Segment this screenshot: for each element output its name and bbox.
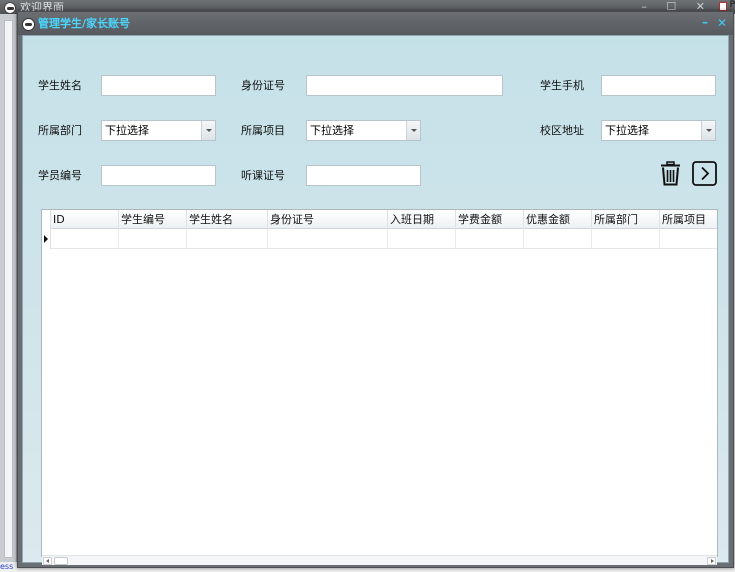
- student-phone-label: 学生手机: [540, 79, 584, 92]
- project-select[interactable]: 下拉选择: [306, 120, 421, 141]
- table-cell[interactable]: [592, 229, 660, 248]
- department-select[interactable]: 下拉选择: [101, 120, 216, 141]
- column-header-discount[interactable]: 优惠金额: [524, 210, 592, 229]
- student-no-input[interactable]: [101, 165, 216, 186]
- next-button[interactable]: [692, 161, 717, 186]
- campus-select[interactable]: 下拉选择: [601, 120, 716, 141]
- chevron-down-icon[interactable]: [201, 121, 215, 140]
- class-cert-label: 听课证号: [241, 169, 285, 182]
- table-cell[interactable]: [119, 229, 187, 248]
- row-header-column: [42, 210, 51, 249]
- project-select-value: 下拉选择: [310, 124, 354, 137]
- scroll-right-icon[interactable]: [707, 557, 716, 565]
- column-header-student-no[interactable]: 学生编号: [119, 210, 187, 229]
- table-cell[interactable]: [660, 229, 717, 248]
- column-header-tuition[interactable]: 学费金额: [456, 210, 524, 229]
- chevron-down-icon[interactable]: [406, 121, 420, 140]
- column-header-student-name[interactable]: 学生姓名: [187, 210, 268, 229]
- column-header-project[interactable]: 所属项目: [660, 210, 717, 229]
- id-number-input[interactable]: [306, 75, 503, 96]
- chevron-right-icon: [692, 161, 717, 186]
- table-cell[interactable]: [524, 229, 592, 248]
- student-grid[interactable]: ID 学生编号 学生姓名 身份证号 入班日期 学费金额 优惠金额 所属部门 所属…: [41, 209, 718, 565]
- department-select-value: 下拉选择: [105, 124, 149, 137]
- student-name-label: 学生姓名: [38, 79, 82, 92]
- column-header-department[interactable]: 所属部门: [592, 210, 660, 229]
- background-left-panel: [0, 14, 17, 562]
- class-cert-input[interactable]: [306, 165, 421, 186]
- table-cell[interactable]: [187, 229, 268, 248]
- column-header-id[interactable]: ID: [51, 210, 119, 229]
- campus-select-value: 下拉选择: [605, 124, 649, 137]
- table-cell[interactable]: [388, 229, 456, 248]
- id-number-label: 身份证号: [241, 79, 285, 92]
- document-icon: [719, 2, 727, 11]
- student-no-label: 学员编号: [38, 169, 82, 182]
- dialog-titlebar[interactable]: 管理学生/家长账号 – ✕: [18, 12, 733, 35]
- delete-button[interactable]: [658, 161, 683, 186]
- column-header-id-number[interactable]: 身份证号: [268, 210, 388, 229]
- dialog-logo-icon: [22, 18, 35, 31]
- campus-label: 校区地址: [540, 124, 584, 137]
- project-label: 所属项目: [241, 124, 285, 137]
- minimize-button[interactable]: –: [702, 14, 708, 30]
- scroll-thumb[interactable]: [54, 557, 68, 565]
- dialog-title: 管理学生/家长账号: [38, 17, 131, 30]
- table-cell[interactable]: [268, 229, 388, 248]
- corner-label: P: [729, 0, 735, 10]
- current-row-arrow-icon: [44, 235, 48, 243]
- trash-icon: [661, 161, 680, 186]
- table-cell[interactable]: [456, 229, 524, 248]
- grid-header: ID 学生编号 学生姓名 身份证号 入班日期 学费金额 优惠金额 所属部门 所属…: [51, 210, 717, 229]
- horizontal-scrollbar[interactable]: [42, 555, 717, 565]
- manage-accounts-dialog: 管理学生/家长账号 – ✕ 学生姓名 身份证号 学生手机 所属部门 下拉选择 所…: [17, 11, 734, 568]
- scroll-left-icon[interactable]: [43, 557, 52, 565]
- close-button[interactable]: ✕: [717, 15, 727, 31]
- table-cell[interactable]: [51, 229, 119, 248]
- student-phone-input[interactable]: [601, 75, 716, 96]
- table-row[interactable]: [51, 229, 717, 249]
- dialog-client-area: 学生姓名 身份证号 学生手机 所属部门 下拉选择 所属项目 下拉选择 校区地址 …: [22, 35, 729, 565]
- chevron-down-icon[interactable]: [701, 121, 715, 140]
- background-left-panel-inner: [4, 20, 13, 558]
- column-header-enroll-date[interactable]: 入班日期: [388, 210, 456, 229]
- department-label: 所属部门: [38, 124, 82, 137]
- student-name-input[interactable]: [101, 75, 216, 96]
- app-logo-icon: [4, 2, 16, 14]
- status-text: ess: [0, 562, 14, 571]
